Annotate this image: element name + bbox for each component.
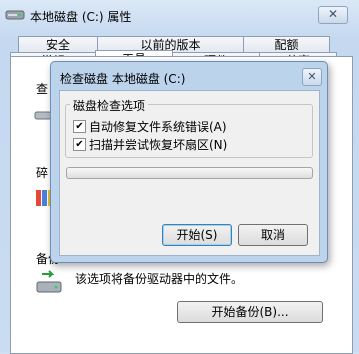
cancel-button[interactable]: 取消 <box>238 224 308 246</box>
backup-icon <box>36 270 62 293</box>
hard-drive-icon <box>5 10 25 20</box>
backup-description: 该选项将备份驱动器中的文件。 <box>75 272 244 286</box>
section-defrag-label: 碎 <box>36 166 49 180</box>
options-group-label: 磁盘检查选项 <box>70 97 149 114</box>
scan-sectors-label[interactable]: 扫描并尝试恢复坏扇区(N) <box>89 136 227 153</box>
close-button[interactable]: ✕ <box>318 6 348 24</box>
start-button[interactable]: 开始(S) <box>162 224 232 246</box>
auto-fix-label[interactable]: 自动修复文件系统错误(A) <box>89 118 227 135</box>
progress-bar <box>66 167 313 179</box>
scan-sectors-checkbox[interactable]: ✔ <box>73 138 86 151</box>
auto-fix-checkbox[interactable]: ✔ <box>73 120 86 133</box>
window-title: 本地磁盘 (C:) 属性 <box>30 10 132 24</box>
section-check-label: 查 <box>36 82 49 96</box>
start-backup-button[interactable]: 开始备份(B)... <box>177 301 323 323</box>
dialog-close-button[interactable]: ✕ <box>302 68 322 86</box>
dialog-title: 检查磁盘 本地磁盘 (C:) <box>60 72 186 86</box>
tab-security[interactable]: 安全 <box>18 36 98 53</box>
tab-quota[interactable]: 配额 <box>243 36 330 53</box>
